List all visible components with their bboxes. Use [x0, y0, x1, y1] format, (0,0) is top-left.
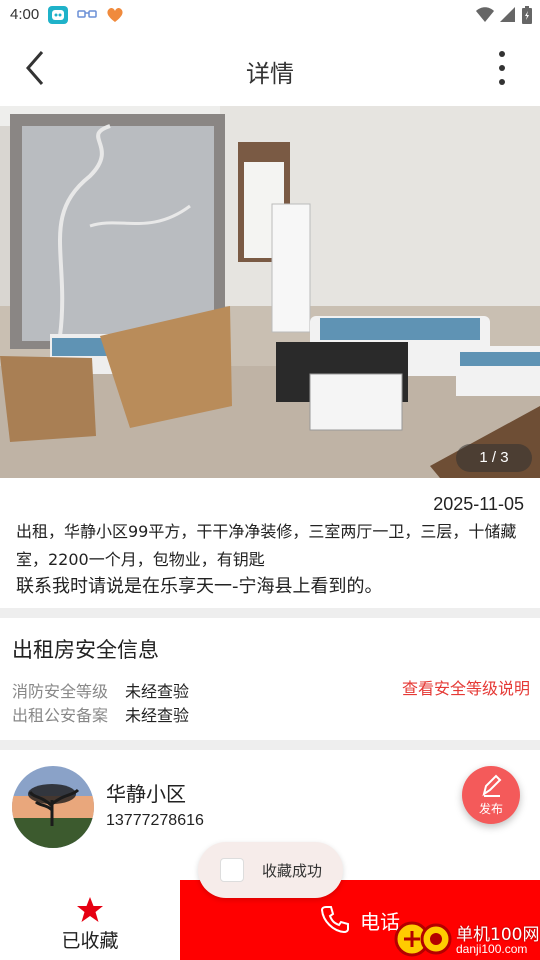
- status-time: 4:00: [10, 6, 40, 23]
- wifi-icon: [476, 7, 494, 27]
- owner-name: 华静小区: [106, 782, 186, 806]
- listing-description: 2025-11-05 出租，华静小区99平方，干干净净装修，三室两厅一卫，三层，…: [0, 478, 540, 608]
- safety-info-section: 出租房安全信息 消防安全等级 未经查验 出租公安备案 未经查验 查看安全等级说明: [0, 618, 540, 740]
- listing-photo[interactable]: 1 / 3: [0, 106, 540, 478]
- safety-row-fire: 消防安全等级 未经查验: [12, 678, 189, 702]
- safety-label: 出租公安备案: [12, 706, 109, 725]
- heart-notification-icon: [104, 6, 124, 24]
- divider: [0, 608, 540, 618]
- signal-icon: [500, 7, 516, 27]
- status-indicators: [476, 6, 532, 28]
- safety-label: 消防安全等级: [12, 682, 109, 701]
- page-title: 详情: [246, 60, 294, 88]
- phone-icon: [320, 906, 349, 934]
- watermark-logo-icon: [394, 921, 452, 957]
- app-notification-icon: [48, 6, 68, 24]
- description-text: 出租，华静小区99平方，干干净净装修，三室两厅一卫，三层，十储藏室，2200一个…: [16, 522, 517, 569]
- watermark: 单机100网 danji100.com: [394, 918, 540, 960]
- app-logo-icon: [220, 858, 244, 882]
- safety-level-link[interactable]: 查看安全等级说明: [402, 675, 530, 699]
- battery-icon: [522, 6, 532, 28]
- photo-counter: 1 / 3: [456, 444, 532, 472]
- app-bar: 详情: [0, 32, 540, 106]
- star-filled-icon: [77, 897, 103, 922]
- divider: [0, 740, 540, 750]
- toast-text: 收藏成功: [262, 862, 323, 880]
- watermark-url: danji100.com: [456, 942, 528, 956]
- status-bar: 4:00: [0, 0, 540, 32]
- edit-icon: [482, 774, 502, 797]
- favorite-label: 已收藏: [61, 930, 119, 952]
- safety-title: 出租房安全信息: [12, 638, 159, 662]
- publish-button[interactable]: 发布: [462, 766, 520, 824]
- safety-row-police: 出租公安备案 未经查验: [12, 702, 189, 726]
- safety-value: 未经查验: [125, 706, 190, 725]
- more-vertical-icon: [499, 51, 505, 85]
- contact-note: 联系我时请说是在乐享天一-宁海县上看到的。: [16, 576, 383, 597]
- more-menu-button[interactable]: [490, 50, 514, 88]
- publish-label: 发布: [478, 802, 503, 816]
- avatar: [12, 766, 94, 848]
- glasses-notification-icon: [76, 6, 97, 24]
- toast: 收藏成功: [198, 842, 343, 898]
- favorite-button[interactable]: 已收藏: [0, 880, 180, 960]
- living-room-photo: [0, 106, 540, 478]
- post-date: 2025-11-05: [433, 494, 524, 514]
- safety-value: 未经查验: [125, 682, 190, 701]
- owner-phone: 13777278616: [106, 812, 204, 829]
